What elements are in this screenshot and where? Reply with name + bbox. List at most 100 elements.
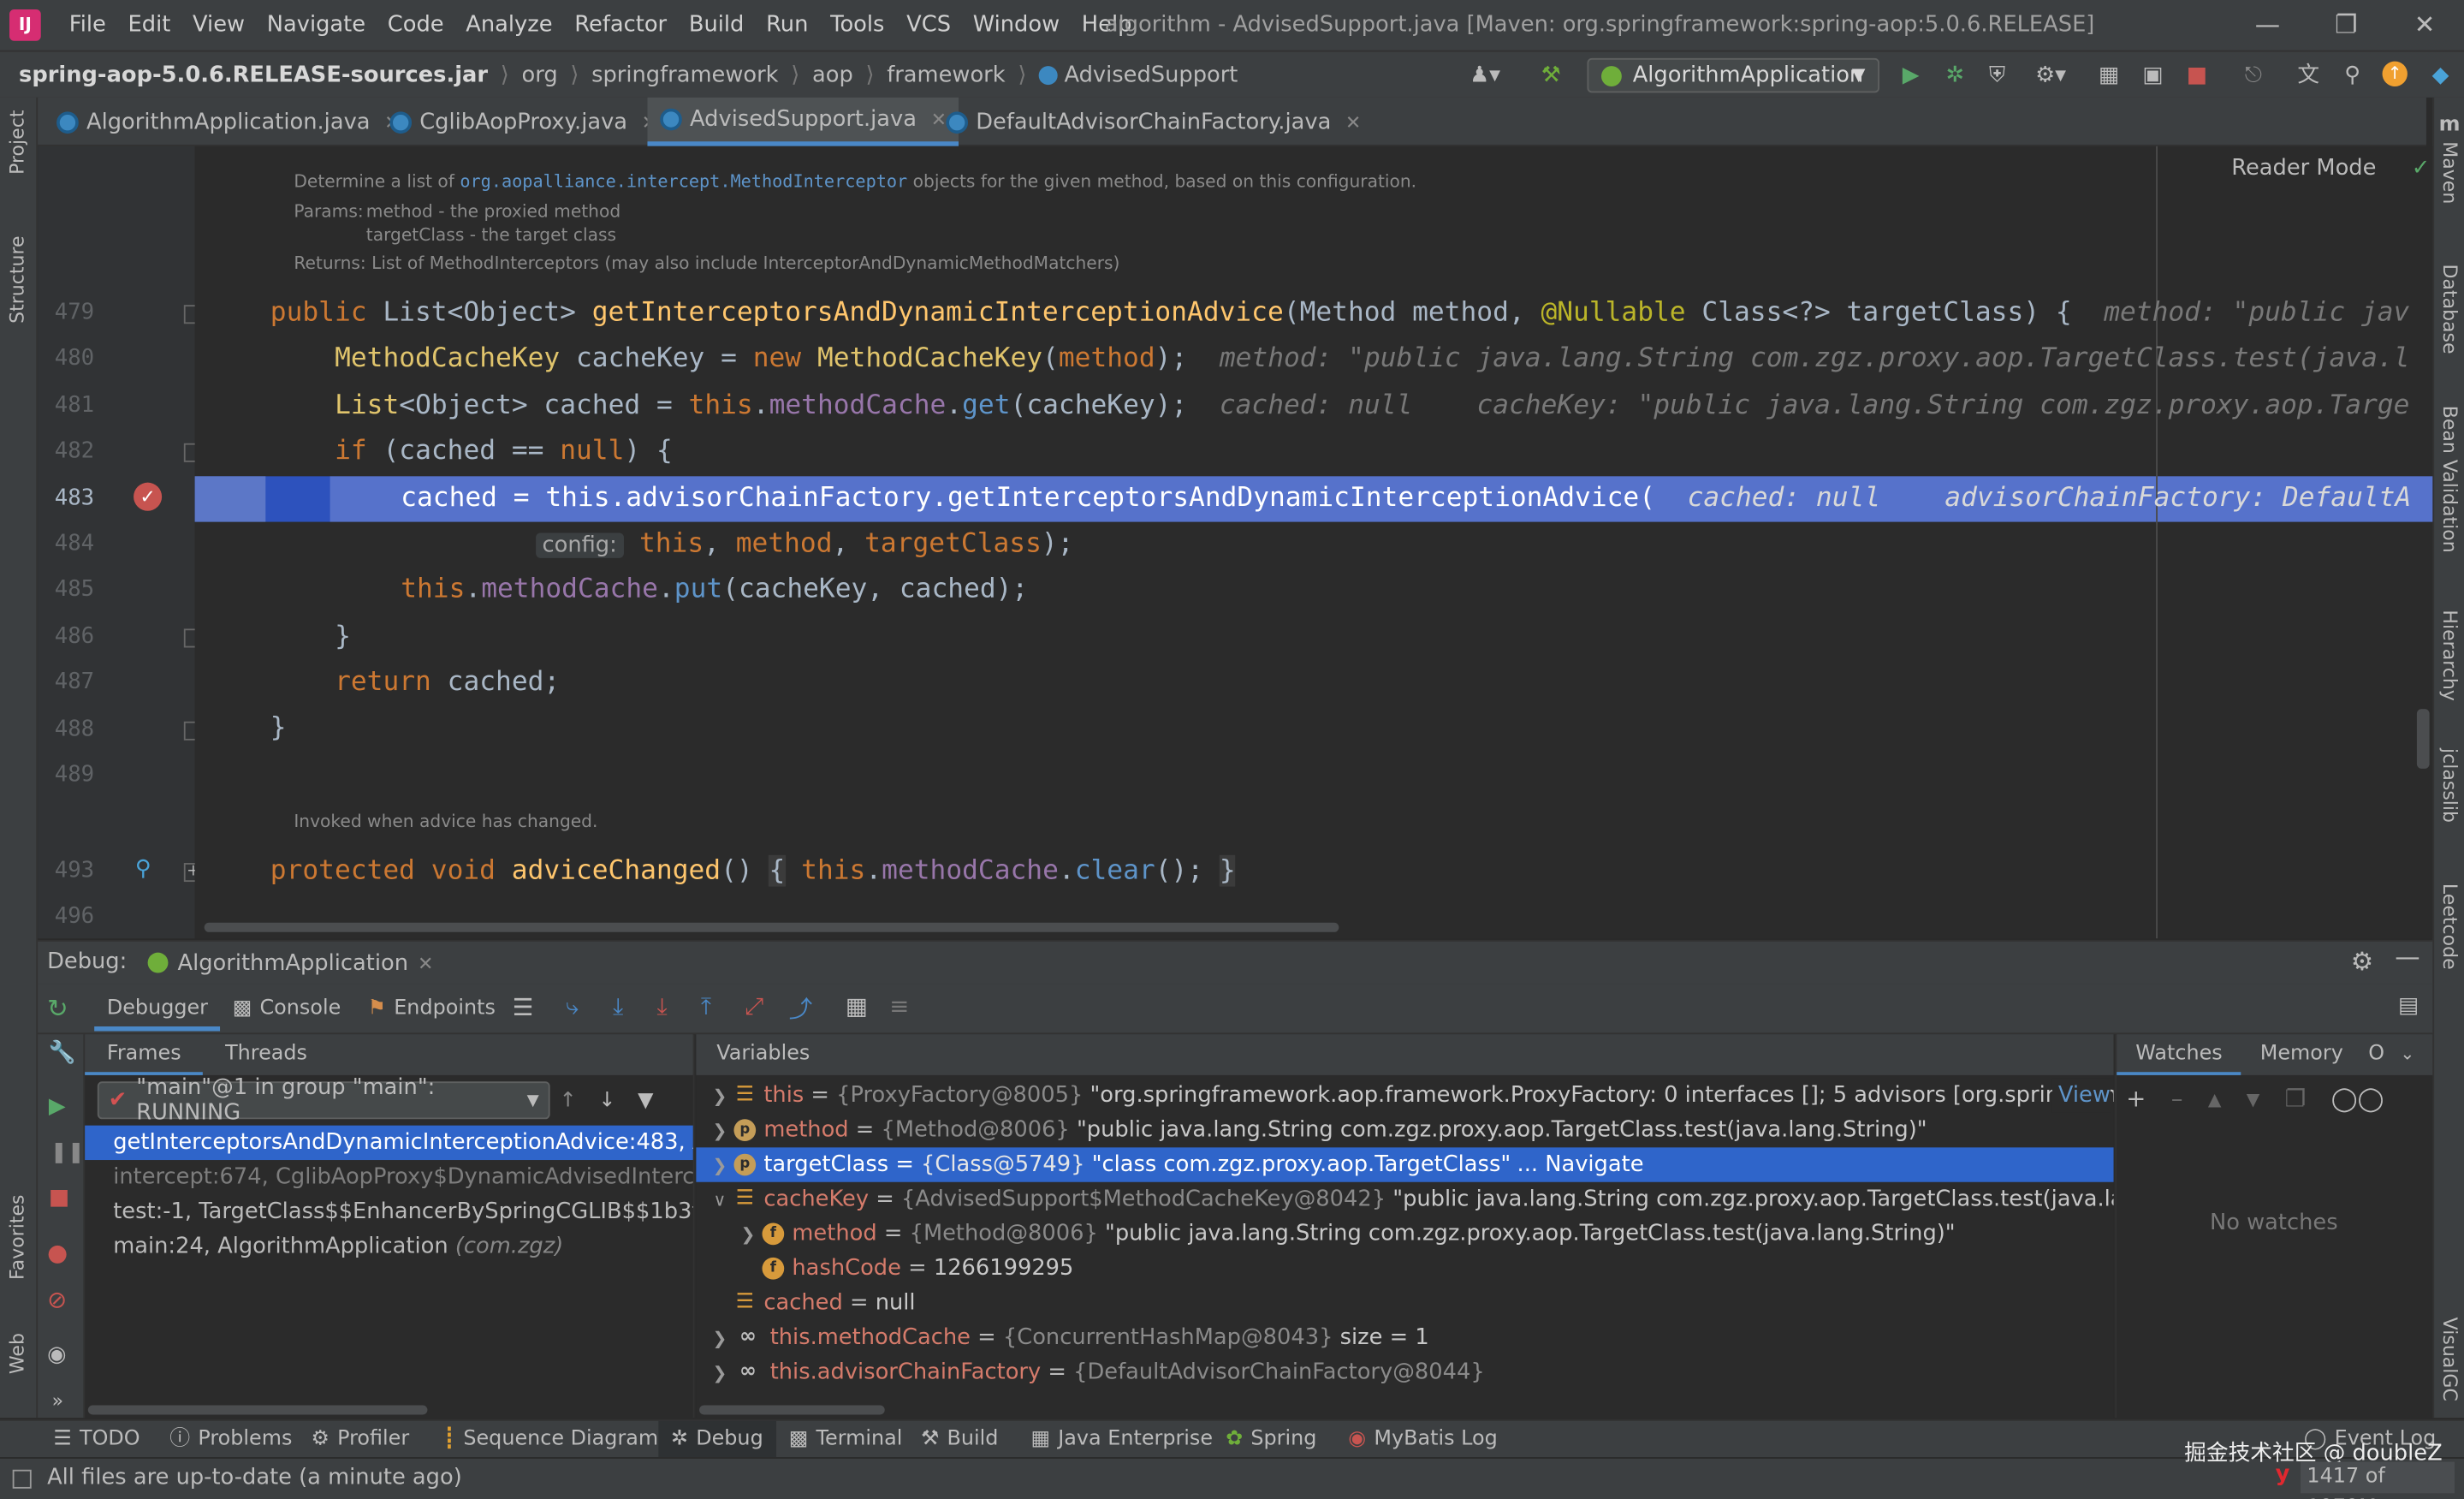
tool-bean-validation[interactable]: Bean Validation [2439, 406, 2461, 553]
menu-window[interactable]: Window [964, 0, 1069, 51]
menu-lines-icon[interactable]: ☰ [513, 993, 534, 1021]
variables-scrollbar[interactable] [699, 1405, 885, 1415]
variable-row[interactable]: ☰ cached = null [696, 1286, 2113, 1320]
drop-frame-icon[interactable]: ⤢ [745, 992, 763, 1020]
chevron-right-icon[interactable]: ❯ [733, 1218, 762, 1252]
tool-problems[interactable]: ⓘ Problems [169, 1421, 292, 1459]
doc-link[interactable]: org.aopalliance.intercept.MethodIntercep… [460, 171, 907, 192]
glasses-icon[interactable]: ◯◯ [2331, 1085, 2384, 1113]
tool-profiler[interactable]: ⚙ Profiler [312, 1421, 410, 1459]
debug-session-tab[interactable]: AlgorithmApplication ✕ [147, 942, 434, 984]
arrow-down-icon[interactable]: ↓ [598, 1088, 615, 1112]
thread-select[interactable]: ✔ "main"@1 in group "main": RUNNING ▼ [97, 1075, 550, 1126]
step-over-icon[interactable]: ⤷ [566, 992, 579, 1020]
update-icon[interactable]: ↑ [2382, 61, 2408, 86]
menu-file[interactable]: File [60, 0, 116, 51]
plugin-icon[interactable]: ◆ [2426, 62, 2455, 90]
vertical-scrollbar[interactable] [2416, 709, 2430, 769]
user-icon[interactable]: ♟▾ [1464, 62, 1505, 90]
run-configuration-select[interactable]: AlgorithmApplication ▼ [1587, 57, 1879, 93]
menu-analyze[interactable]: Analyze [456, 0, 561, 51]
tool-sequence-diagram[interactable]: ┋ Sequence Diagram [443, 1421, 658, 1459]
force-step-into-icon[interactable]: ⤓ [656, 992, 667, 1020]
tab-endpoints[interactable]: ⚑ Endpoints [368, 984, 496, 1031]
remove-watch-icon[interactable]: – [2171, 1085, 2183, 1113]
restore-icon[interactable]: ❐ [2307, 0, 2385, 51]
tool-build[interactable]: ⚒ Build [921, 1421, 999, 1459]
stop-icon[interactable]: ■ [49, 1185, 69, 1210]
tool-favorites[interactable]: Favorites [6, 1194, 28, 1280]
breakpoint-icon[interactable]: ✓ [134, 482, 163, 511]
trace-icon[interactable]: ≡ [889, 992, 909, 1020]
close-window-icon[interactable]: ✕ [2385, 0, 2464, 51]
chevron-down-icon[interactable]: ∨ [705, 1184, 733, 1217]
tool-maven[interactable]: Maven [2439, 141, 2461, 204]
breadcrumb-jar[interactable]: spring-aop-5.0.6.RELEASE-sources.jar [19, 62, 488, 87]
tab-overhead[interactable]: O [2362, 1034, 2390, 1075]
mute-breakpoints-icon[interactable]: ⊘ [47, 1286, 67, 1314]
breadcrumb-aop[interactable]: aop [812, 62, 853, 87]
pause-icon[interactable]: ❚❚ [50, 1141, 85, 1165]
tab-memory[interactable]: Memory [2241, 1034, 2362, 1075]
menu-edit[interactable]: Edit [119, 0, 181, 51]
chevron-right-icon[interactable]: ❯ [705, 1080, 733, 1113]
menu-build[interactable]: Build [680, 0, 754, 51]
add-watch-icon[interactable]: + [2126, 1085, 2146, 1113]
horizontal-scrollbar[interactable] [204, 922, 1339, 932]
profile-icon[interactable]: ⚙▾ [2028, 62, 2075, 90]
run-to-cursor-icon[interactable]: ⤴ [789, 992, 813, 1026]
resume-icon[interactable]: ▶ [49, 1094, 66, 1119]
filter-icon[interactable]: ▼ [638, 1088, 653, 1112]
chevron-down-icon[interactable]: ⌄ [2400, 1034, 2414, 1075]
menu-run[interactable]: Run [757, 0, 817, 51]
arrow-up-icon[interactable]: ↑ [560, 1088, 577, 1112]
coverage-icon[interactable]: ⛨ [1983, 62, 2011, 90]
close-tab-icon[interactable]: ✕ [1345, 98, 1361, 146]
variable-row[interactable]: ❯ ☰ this = {ProxyFactory@8005} "org.spring… [696, 1078, 2114, 1113]
tab-algorithm-application[interactable]: AlgorithmApplication.java ✕ [44, 98, 413, 146]
menu-code[interactable]: Code [378, 0, 454, 51]
run-icon[interactable]: ▶ [1897, 62, 1925, 90]
stop-icon[interactable]: ■ [2182, 62, 2211, 90]
tab-advised-support[interactable]: AdvisedSupport.java ✕ [647, 97, 959, 146]
menu-tools[interactable]: Tools [821, 0, 894, 51]
tab-threads[interactable]: Threads [203, 1034, 329, 1075]
tab-default-advisor-chain-factory[interactable]: DefaultAdvisorChainFactory.java ✕ [934, 98, 1374, 146]
chevron-right-icon[interactable]: ❯ [705, 1357, 733, 1390]
intellij-logo-icon[interactable]: IJ [9, 9, 41, 41]
tool-mybatis-log[interactable]: ◉ MyBatis Log [1348, 1421, 1497, 1459]
tab-debugger[interactable]: Debugger [94, 987, 221, 1032]
stack-frame[interactable]: main:24, AlgorithmApplication (com.zgz) [85, 1229, 693, 1264]
tool-leetcode[interactable]: Leetcode [2439, 883, 2461, 970]
step-into-icon[interactable]: ⤓ [613, 992, 623, 1020]
reader-mode-button[interactable]: Reader Mode ✓ [2231, 156, 2430, 181]
breadcrumb-class[interactable]: AdvisedSupport [1064, 62, 1238, 87]
debug-bug-icon[interactable]: ✲ [1941, 62, 1969, 90]
tab-cglib-aop-proxy[interactable]: CglibAopProxy.java ✕ [377, 98, 670, 146]
wrench-icon[interactable]: 🔧 [49, 1040, 76, 1065]
vcs-icon[interactable]: ⎋ [2239, 62, 2267, 90]
menu-navigate[interactable]: Navigate [258, 0, 375, 51]
variable-row[interactable]: ❯ ∞ this.advisorChainFactory = {DefaultAdv… [696, 1355, 2113, 1389]
memory-indicator[interactable]: 1417 of 1979M [2301, 1461, 2455, 1499]
stack-frame[interactable]: getInterceptorsAndDynamicInterceptionAdv… [85, 1125, 693, 1161]
stack-frame[interactable]: intercept:674, CglibAopProxy$DynamicAdvi… [85, 1160, 693, 1194]
breadcrumb-framework[interactable]: framework [887, 62, 1005, 87]
frames-scrollbar[interactable] [87, 1405, 428, 1415]
more-icon[interactable]: » [52, 1389, 63, 1412]
search-icon[interactable]: ⚲ [2338, 62, 2366, 90]
variable-link[interactable]: View [2051, 1078, 2111, 1113]
rerun-icon[interactable]: ↻ [47, 993, 68, 1023]
build-project-icon[interactable]: ▦ [2095, 62, 2123, 90]
tool-project[interactable]: Project [6, 110, 28, 175]
tool-web[interactable]: Web [6, 1333, 28, 1374]
tab-watches[interactable]: Watches [2117, 1034, 2241, 1075]
chevron-right-icon[interactable]: ❯ [705, 1115, 733, 1148]
move-up-icon[interactable]: ▲ [2208, 1088, 2222, 1109]
variable-row[interactable]: ❯ p targetClass = {Class@5749} "class com.… [696, 1147, 2114, 1182]
tool-spring[interactable]: ✿ Spring [1226, 1421, 1316, 1459]
gear-icon[interactable]: ⚙ [2351, 946, 2373, 976]
chevron-right-icon[interactable]: ❯ [705, 1322, 733, 1355]
tool-todo[interactable]: ☰ TODO [53, 1421, 140, 1459]
move-down-icon[interactable]: ▼ [2247, 1088, 2260, 1109]
